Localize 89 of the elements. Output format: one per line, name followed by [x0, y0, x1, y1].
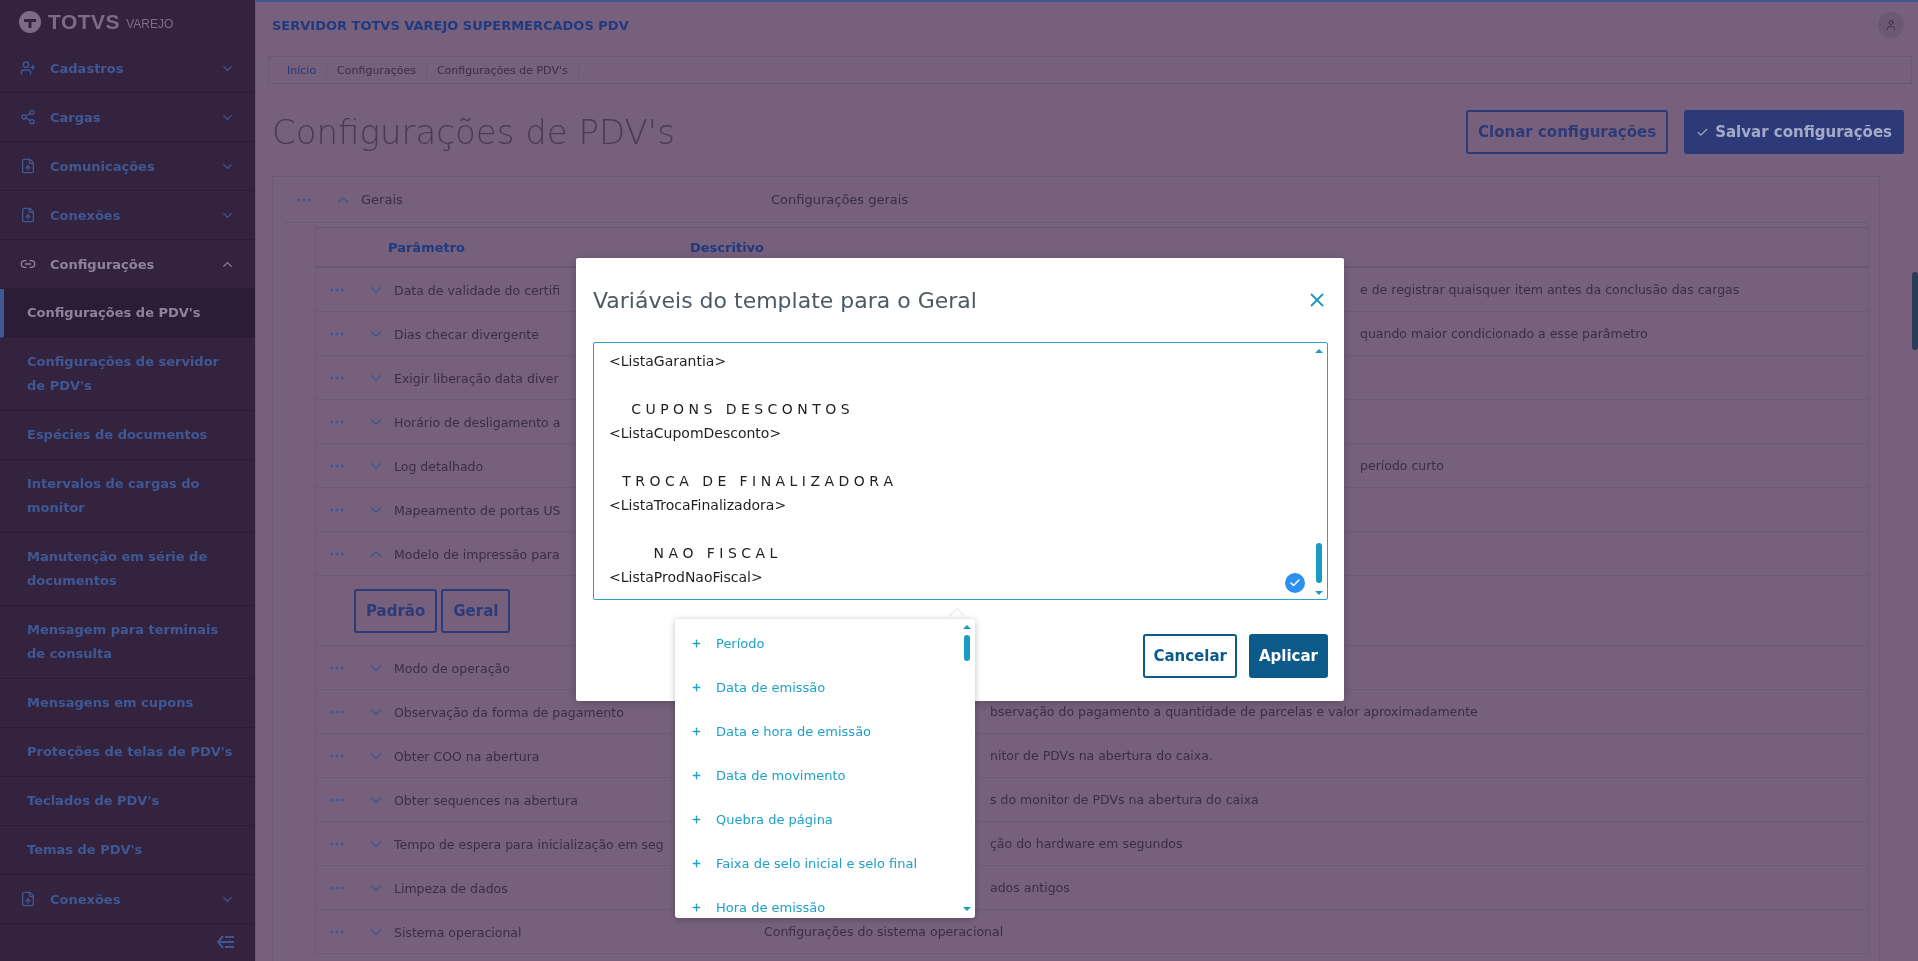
- file-upload-icon: [20, 158, 36, 174]
- sidebar-group-label: Cargas: [50, 109, 102, 125]
- cancel-button[interactable]: Cancelar: [1143, 634, 1237, 678]
- breadcrumb-item: Configurações de PDV's: [426, 63, 579, 77]
- save-button[interactable]: Salvar configurações: [1684, 110, 1904, 154]
- plus-icon: [691, 901, 702, 913]
- sidebar-item[interactable]: Mensagem para terminais de consulta: [0, 606, 255, 679]
- table-cell: Sistema operacional: [394, 925, 522, 940]
- plus-icon: [691, 725, 702, 737]
- section-label: Gerais: [361, 192, 404, 207]
- table-cell: Obter sequences na abertura: [394, 793, 578, 808]
- sidebar-group-label: Cadastros: [50, 60, 125, 76]
- table-cell: Dias checar divergente: [394, 327, 539, 342]
- table-cell: Log detalhado: [394, 459, 484, 474]
- share-icon: [20, 109, 36, 125]
- plus-icon: [691, 857, 702, 869]
- sidebar-group[interactable]: Conexões: [0, 191, 255, 240]
- sidebar-group[interactable]: Conexões: [0, 875, 255, 924]
- file-upload-icon: [20, 207, 36, 223]
- table-cell: e de registrar quaisquer item antes da conclusão das cargas: [1360, 282, 1740, 297]
- table-cell: Tempo de espera para inicialização em seg: [394, 837, 664, 852]
- scrollbar[interactable]: [961, 623, 973, 913]
- table-cell: Observação da forma de pagamento: [394, 705, 624, 720]
- sidebar-group[interactable]: Cargas: [0, 93, 255, 142]
- plus-icon: [691, 637, 702, 649]
- sidebar-item[interactable]: Manutenção em série de documentos: [0, 533, 255, 606]
- template-field[interactable]: <ListaGarantia> C U P O N S D E S C O N T O S <ListaCupomDesconto> T R O C A D E F I N A L I Z A D O R A <ListaTrocaFinalizadora> N A O F I S C A L <ListaProdNaoFiscal>: [593, 342, 1328, 600]
- breadcrumb-item[interactable]: Início: [277, 63, 328, 77]
- table-cell: ção do hardware em segundos: [990, 836, 1183, 851]
- table-cell: Modelo de impressão para: [394, 547, 560, 562]
- section-description: Configurações gerais: [771, 192, 909, 207]
- logo-text: TOTVS: [48, 10, 121, 34]
- sidebar-item[interactable]: Configurações de PDV's: [0, 289, 255, 338]
- logo-icon: [18, 10, 42, 34]
- table-cell: Mapeamento de portas US: [394, 503, 561, 518]
- sidebar-item[interactable]: Espécies de documentos: [0, 411, 255, 460]
- logo-subtitle: VAREJO: [126, 17, 174, 31]
- scrollbar[interactable]: [1313, 347, 1325, 597]
- clone-button[interactable]: Clonar configurações: [1466, 110, 1669, 154]
- user-button[interactable]: [1878, 12, 1904, 38]
- sidebar-item[interactable]: Mensagens em cupons: [0, 679, 255, 728]
- collapse-menu-icon[interactable]: [217, 935, 235, 949]
- plus-icon: [691, 813, 702, 825]
- file-upload-icon: [20, 891, 36, 907]
- table-cell: Data de validade do certifi: [394, 283, 561, 298]
- sidebar-group-label: Conexões: [50, 207, 122, 223]
- plus-icon: [691, 681, 702, 693]
- column-header: Parâmetro: [388, 239, 467, 255]
- user-plus-icon: [20, 60, 36, 76]
- table-cell: Obter COO na abertura: [394, 749, 540, 764]
- menu-item[interactable]: Data e hora de emissão: [691, 709, 953, 753]
- sidebar-item[interactable]: Proteções de telas de PDV's: [0, 728, 255, 777]
- table-cell: nitor de PDVs na abertura do caixa.: [990, 748, 1213, 763]
- dialog-title: Variáveis do template para o Geral: [593, 287, 977, 313]
- plus-icon: [691, 769, 702, 781]
- sidebar-group-label: Conexões: [50, 891, 122, 907]
- table-cell: Configurações do sistema operacional: [764, 924, 1004, 939]
- menu-item[interactable]: Faixa de selo inicial e selo final: [691, 841, 953, 885]
- table-cell: Exigir liberação data diver: [394, 371, 559, 386]
- sidebar-group[interactable]: Cadastros: [0, 44, 255, 93]
- column-header: Descritivo: [690, 239, 764, 255]
- sidebar-item[interactable]: Intervalos de cargas do monitor: [0, 460, 255, 533]
- sidebar-group[interactable]: Comunicações: [0, 142, 255, 191]
- sidebar-group-label: Comunicações: [50, 158, 156, 174]
- table-cell: período curto: [1360, 458, 1444, 473]
- sidebar-item[interactable]: Configurações de servidor de PDV's: [0, 338, 255, 411]
- check-icon: [1285, 573, 1305, 593]
- menu-item[interactable]: Período: [691, 621, 953, 665]
- table-cell: bservação do pagamento a quantidade de parcelas e valor aproximadamente: [990, 704, 1478, 719]
- sidebar-item[interactable]: Teclados de PDV's: [0, 777, 255, 826]
- scrollbar[interactable]: [1912, 272, 1918, 350]
- sidebar-group-label: Configurações: [50, 256, 156, 272]
- template-button[interactable]: Geral: [441, 588, 511, 633]
- menu-item[interactable]: Quebra de página: [691, 797, 953, 841]
- table-cell: Limpeza de dados: [394, 881, 508, 896]
- menu-item[interactable]: Data de emissão: [691, 665, 953, 709]
- table-cell: Modo de operação: [394, 661, 510, 676]
- breadcrumb-item: Configurações: [327, 63, 427, 77]
- server-title: SERVIDOR TOTVS VAREJO SUPERMERCADOS PDV: [272, 17, 629, 33]
- sidebar-item[interactable]: Temas de PDV's: [0, 826, 255, 875]
- apply-button[interactable]: Aplicar: [1248, 634, 1328, 678]
- menu-item[interactable]: Data de movimento: [691, 753, 953, 797]
- menu-item[interactable]: Hora de emissão: [691, 885, 953, 918]
- user-icon: [1885, 19, 1897, 31]
- table-cell: quando maior condicionado a esse parâmetro: [1360, 326, 1648, 341]
- table-cell: s do monitor de PDVs na abertura do caixa: [990, 792, 1259, 807]
- table-cell: ados antigos: [990, 880, 1070, 895]
- template-button[interactable]: Padrão: [354, 588, 438, 633]
- table-cell: Horário de desligamento a: [394, 415, 561, 430]
